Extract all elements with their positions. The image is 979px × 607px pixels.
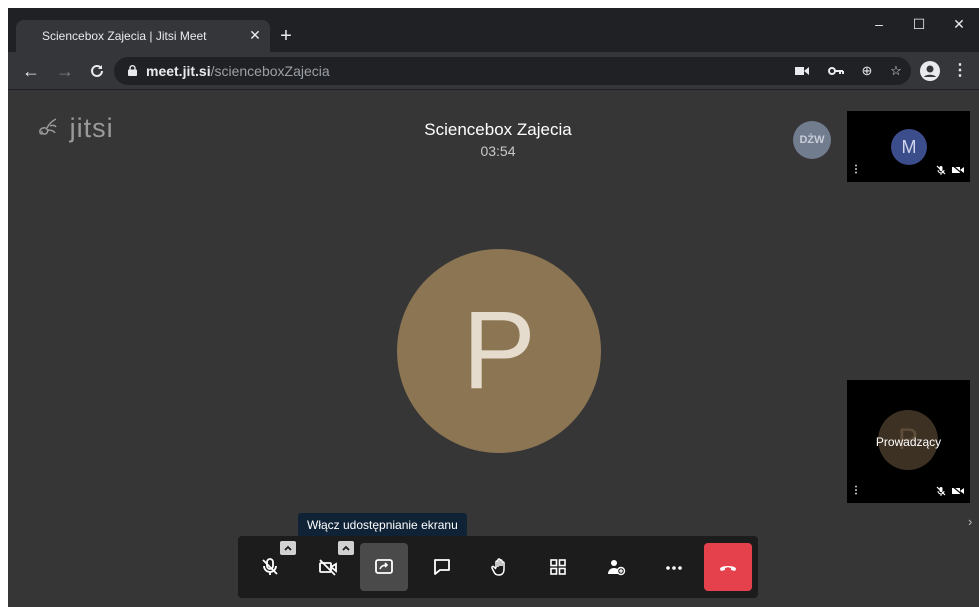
audio-settings-caret[interactable] <box>280 541 296 555</box>
screen-share-tooltip: Włącz udostępnianie ekranu <box>298 513 467 537</box>
invite-button[interactable] <box>592 543 640 591</box>
browser-menu-icon[interactable]: ⋮ <box>952 59 968 83</box>
conference-timer: 03:54 <box>480 143 516 159</box>
invite-icon <box>608 560 626 576</box>
participant-badge[interactable]: DŻW <box>793 121 831 159</box>
conference-name: Sciencebox Zajecia <box>424 120 572 139</box>
meeting-toolbar <box>238 536 758 598</box>
url-text: meet.jit.si/scienceboxZajecia <box>146 63 330 79</box>
more-options-button[interactable] <box>650 543 698 591</box>
jitsi-logo-icon <box>38 116 68 143</box>
microphone-muted-icon <box>262 558 278 575</box>
url-path: /scienceboxZajecia <box>210 63 330 79</box>
thumbnail-menu-icon[interactable]: ⋮ <box>851 485 861 497</box>
screen-share-button[interactable] <box>360 543 408 591</box>
maximize-button[interactable]: ☐ <box>899 14 939 38</box>
install-icon[interactable]: ⊕ <box>857 61 877 81</box>
thumbnail-status <box>936 164 965 177</box>
lock-icon <box>128 65 137 76</box>
tile-view-button[interactable] <box>534 543 582 591</box>
browser-toolbar: ← → meet.jit.si/scienceboxZajecia ⊕ ☆ ⋮ <box>8 52 979 90</box>
reload-icon[interactable] <box>85 59 109 83</box>
filmstrip-toggle-chevron-icon[interactable]: › <box>968 515 978 529</box>
camera-off-icon <box>319 559 337 576</box>
camera-in-use-icon[interactable] <box>792 61 812 81</box>
chevron-up-icon <box>284 545 292 551</box>
jitsi-logo-text: jitsi <box>69 113 114 143</box>
browser-window: Sciencebox Zajecia | Jitsi Meet ✕ + – ☐ … <box>8 8 979 607</box>
video-settings-caret[interactable] <box>338 541 354 555</box>
profile-avatar-icon[interactable] <box>920 61 940 81</box>
new-tab-button[interactable]: + <box>274 25 298 49</box>
participant-thumbnail[interactable]: M ⋮ <box>847 111 970 182</box>
thumbnail-status <box>936 485 965 498</box>
browser-tab[interactable]: Sciencebox Zajecia | Jitsi Meet ✕ <box>16 20 270 52</box>
minimize-button[interactable]: – <box>859 14 899 38</box>
mic-muted-icon <box>937 165 946 175</box>
tab-close-icon[interactable]: ✕ <box>246 26 264 44</box>
thumbnail-display-name: Prowadzący <box>875 435 942 449</box>
hangup-icon <box>720 566 736 571</box>
key-icon[interactable] <box>826 61 846 81</box>
tile-view-icon <box>550 559 566 575</box>
thumbnail-menu-icon[interactable]: ⋮ <box>851 164 861 176</box>
raise-hand-icon <box>491 558 505 576</box>
chat-button[interactable] <box>418 543 466 591</box>
large-video-avatar: P <box>397 249 601 453</box>
hangup-button[interactable] <box>704 543 752 591</box>
tab-strip: Sciencebox Zajecia | Jitsi Meet ✕ + – ☐ … <box>8 8 979 52</box>
url-host: meet.jit.si <box>146 63 211 79</box>
tab-title: Sciencebox Zajecia | Jitsi Meet <box>42 29 207 43</box>
raise-hand-button[interactable] <box>476 543 524 591</box>
chevron-up-icon <box>342 545 350 551</box>
meeting-area: jitsi Sciencebox Zajecia 03:54 DŻW P M ⋮… <box>8 91 979 607</box>
back-icon[interactable]: ← <box>19 59 43 83</box>
thumbnail-avatar: M <box>891 129 927 165</box>
video-muted-icon <box>951 485 965 497</box>
video-muted-icon <box>951 164 965 176</box>
bookmark-star-icon[interactable]: ☆ <box>886 61 906 81</box>
jitsi-logo[interactable]: jitsi <box>38 113 114 144</box>
participant-thumbnail[interactable]: P Prowadzący ⋮ <box>847 380 970 503</box>
close-window-button[interactable]: ✕ <box>939 14 979 38</box>
mic-muted-icon <box>937 486 946 496</box>
forward-icon[interactable]: → <box>53 59 77 83</box>
screen-share-icon <box>375 559 393 574</box>
address-bar[interactable]: meet.jit.si/scienceboxZajecia ⊕ ☆ <box>114 57 911 85</box>
chat-icon <box>434 559 450 575</box>
more-icon <box>666 566 682 570</box>
